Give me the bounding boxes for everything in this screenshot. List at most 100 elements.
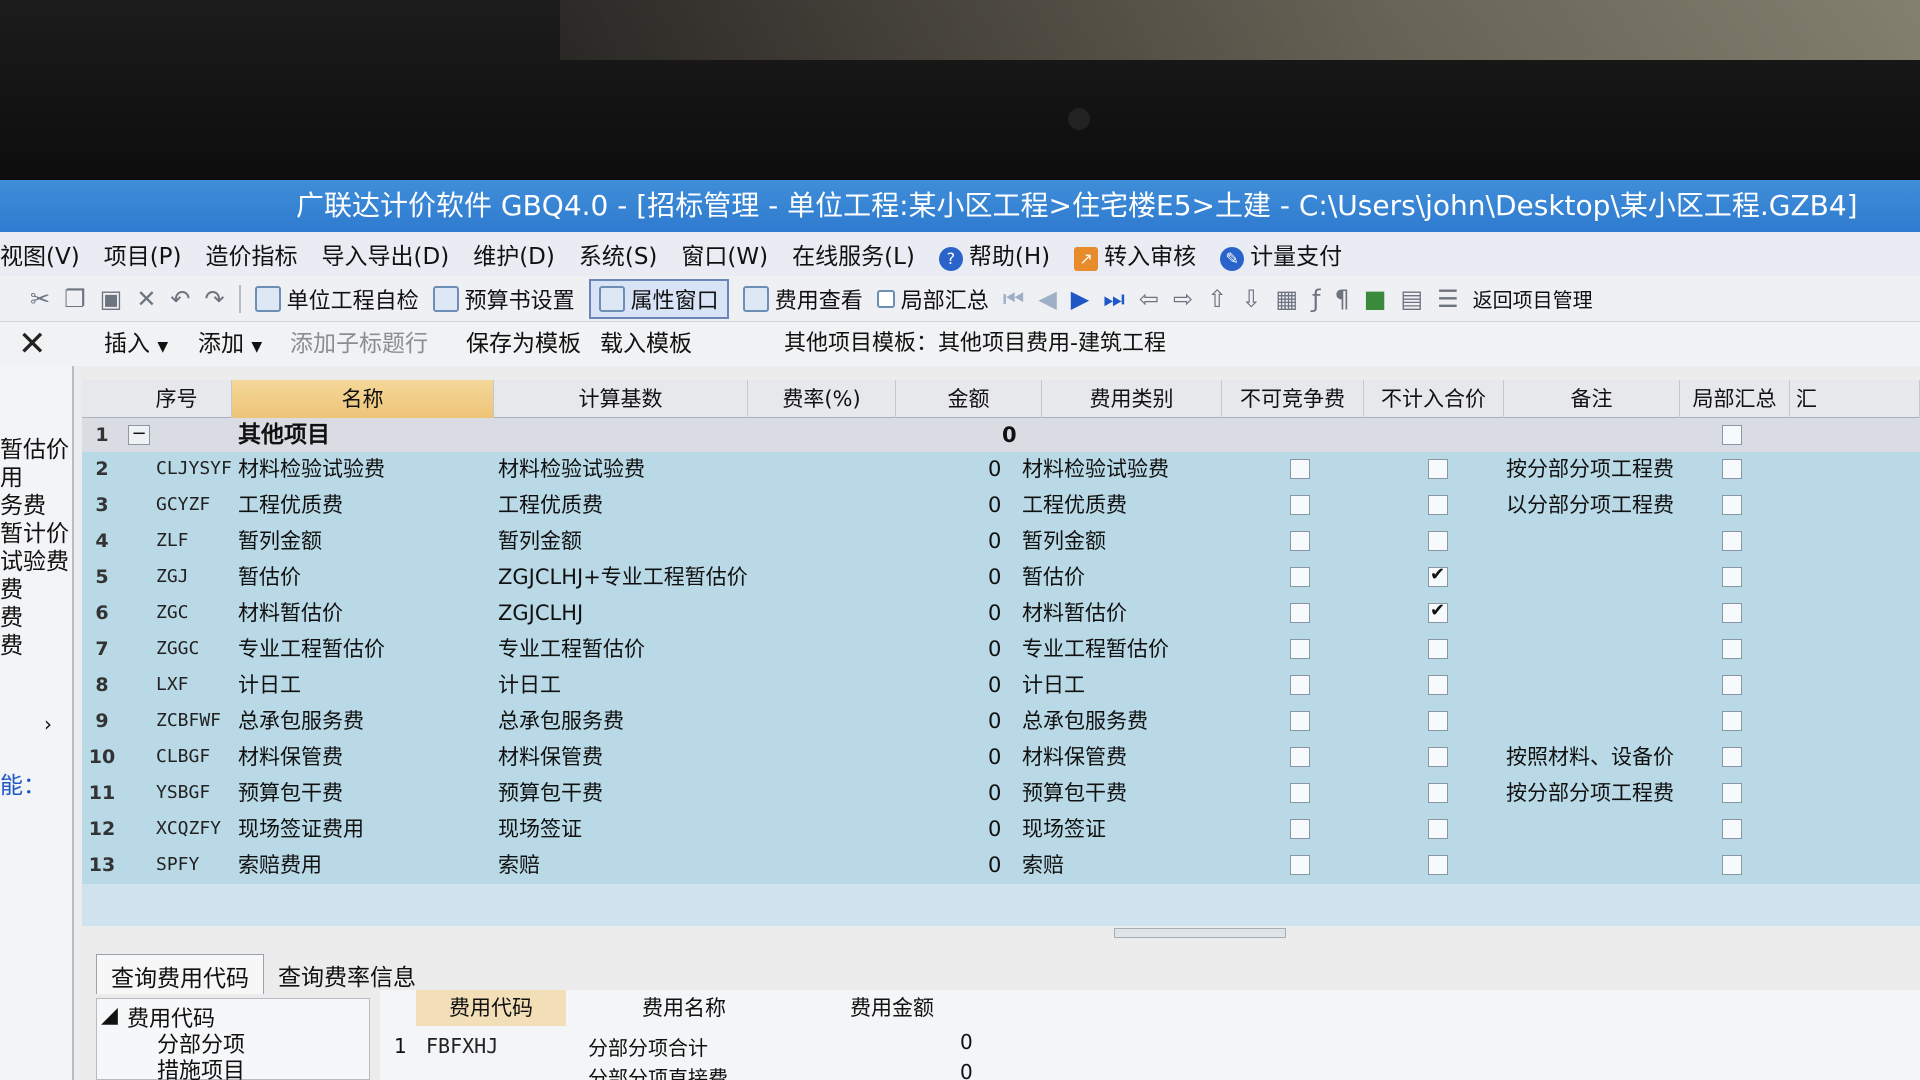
- noncompetitive-checkbox[interactable]: [1290, 819, 1310, 839]
- menu-help[interactable]: ? 帮助(H): [938, 237, 1050, 271]
- table-row[interactable]: 3 GCYZF 工程优质费 工程优质费 0 工程优质费 以分部分项工程费: [82, 488, 1920, 524]
- table-row[interactable]: 6 ZGC 材料暂估价 ZGJCLHJ 0 材料暂估价: [82, 596, 1920, 632]
- horizontal-scrollbar-thumb[interactable]: [1114, 928, 1286, 938]
- noncompetitive-checkbox[interactable]: [1290, 495, 1310, 515]
- noncompetitive-checkbox[interactable]: [1290, 675, 1310, 695]
- menu-online-service[interactable]: 在线服务(L): [792, 237, 915, 271]
- paste-icon[interactable]: ▣: [100, 285, 123, 313]
- book-icon[interactable]: ■: [1364, 285, 1387, 313]
- table-row[interactable]: 5 ZGJ 暂估价 ZGJCLHJ+专业工程暂估价 0 暂估价: [82, 560, 1920, 596]
- menu-project[interactable]: 项目(P): [104, 237, 182, 271]
- exclude-price-checkbox[interactable]: [1428, 459, 1448, 479]
- exclude-price-checkbox[interactable]: [1428, 711, 1448, 731]
- partial-summary-checkbox[interactable]: [1722, 675, 1742, 695]
- menu-window[interactable]: 窗口(W): [681, 237, 768, 271]
- tab-query-fee-code[interactable]: 查询费用代码: [96, 954, 264, 994]
- exclude-price-checkbox[interactable]: [1428, 675, 1448, 695]
- partial-summary-checkbox[interactable]: [1722, 567, 1742, 587]
- noncompetitive-checkbox[interactable]: [1290, 639, 1310, 659]
- menu-view[interactable]: 视图(V): [0, 237, 80, 271]
- table-row[interactable]: 13 SPFY 索赔费用 索赔 0 索赔: [82, 848, 1920, 884]
- exclude-price-checkbox[interactable]: [1428, 531, 1448, 551]
- table-row[interactable]: 8 LXF 计日工 计日工 0 计日工: [82, 668, 1920, 704]
- partial-summary-checkbox[interactable]: [1722, 711, 1742, 731]
- exclude-price-checkbox[interactable]: [1428, 819, 1448, 839]
- undo-icon[interactable]: ↶: [170, 285, 190, 313]
- close-icon[interactable]: ✕: [18, 322, 47, 366]
- move-up-icon[interactable]: ⇧: [1207, 285, 1227, 313]
- col-summary-extra[interactable]: 汇: [1790, 380, 1920, 418]
- move-right-icon[interactable]: ⇨: [1173, 285, 1193, 313]
- add-sub-title-button[interactable]: 添加子标题行: [290, 322, 428, 366]
- monitor-icon[interactable]: ▤: [1400, 285, 1423, 313]
- tree-node-measures[interactable]: 措施项目: [157, 1053, 245, 1080]
- load-template-button[interactable]: 载入模板: [600, 322, 692, 366]
- last-record-icon[interactable]: ⏭: [1103, 285, 1125, 313]
- exclude-price-checkbox[interactable]: [1428, 495, 1448, 515]
- col-amount[interactable]: 金额: [896, 380, 1042, 418]
- tab-query-rate-info[interactable]: 查询费率信息: [264, 954, 430, 994]
- menu-measure-pay[interactable]: ✎ 计量支付: [1220, 237, 1342, 271]
- noncompetitive-checkbox[interactable]: [1290, 567, 1310, 587]
- table-row[interactable]: 2 CLJYSYF 材料检验试验费 材料检验试验费 0 材料检验试验费 按分部分项工程费: [82, 452, 1920, 488]
- chevron-right-icon[interactable]: ›: [44, 712, 52, 736]
- partial-summary-checkbox[interactable]: [1722, 531, 1742, 551]
- menu-import-export[interactable]: 导入导出(D): [322, 237, 450, 271]
- noncompetitive-checkbox[interactable]: [1290, 531, 1310, 551]
- menu-system[interactable]: 系统(S): [579, 237, 658, 271]
- col-name[interactable]: 名称: [232, 380, 494, 418]
- ct-col-amount[interactable]: 费用金额: [802, 990, 982, 1026]
- add-button[interactable]: 添加 ▼: [198, 322, 262, 369]
- calculator-icon[interactable]: ▦: [1275, 285, 1298, 313]
- menu-maintain[interactable]: 维护(D): [473, 237, 555, 271]
- move-down-icon[interactable]: ⇩: [1241, 285, 1261, 313]
- paragraph-icon[interactable]: ¶: [1334, 285, 1349, 313]
- exclude-price-checkbox[interactable]: [1428, 564, 1448, 587]
- partial-summary-checkbox[interactable]: [1722, 495, 1742, 515]
- collapse-icon[interactable]: −: [128, 425, 150, 445]
- save-template-button[interactable]: 保存为模板: [466, 322, 581, 366]
- table-row-header-item[interactable]: 1 − 其他项目 0: [82, 418, 1920, 452]
- col-category[interactable]: 费用类别: [1042, 380, 1222, 418]
- formula-icon[interactable]: ƒ: [1312, 285, 1320, 313]
- self-check-button[interactable]: 单位工程自检: [254, 283, 419, 315]
- col-seq[interactable]: 序号: [122, 380, 232, 418]
- noncompetitive-checkbox[interactable]: [1290, 711, 1310, 731]
- ct-row-code[interactable]: FBFXHJ: [426, 1034, 498, 1058]
- left-nav-item[interactable]: 费: [0, 626, 23, 660]
- partial-summary-checkbox[interactable]: [1722, 639, 1742, 659]
- table-row[interactable]: 4 ZLF 暂列金额 暂列金额 0 暂列金额: [82, 524, 1920, 560]
- table-row[interactable]: 12 XCQZFY 现场签证费用 现场签证 0 现场签证: [82, 812, 1920, 848]
- col-exclude[interactable]: 不计入合价: [1364, 380, 1504, 418]
- exclude-price-checkbox[interactable]: [1428, 783, 1448, 803]
- prev-record-icon[interactable]: ◀: [1038, 285, 1056, 313]
- delete-icon[interactable]: ✕: [136, 285, 156, 313]
- exclude-price-checkbox[interactable]: [1428, 747, 1448, 767]
- col-noncompetitive[interactable]: 不可竞争费: [1222, 380, 1364, 418]
- copy-icon[interactable]: ❐: [64, 285, 86, 313]
- noncompetitive-checkbox[interactable]: [1290, 603, 1310, 623]
- list-icon[interactable]: ☰: [1437, 285, 1459, 313]
- partial-summary-checkbox[interactable]: [1722, 459, 1742, 479]
- property-window-button[interactable]: 属性窗口: [588, 278, 729, 319]
- redo-icon[interactable]: ↷: [205, 285, 225, 313]
- table-row[interactable]: 10 CLBGF 材料保管费 材料保管费 0 材料保管费 按照材料、设备价: [82, 740, 1920, 776]
- table-row[interactable]: 9 ZCBFWF 总承包服务费 总承包服务费 0 总承包服务费: [82, 704, 1920, 740]
- insert-button[interactable]: 插入 ▼: [104, 322, 168, 369]
- col-base[interactable]: 计算基数: [494, 380, 748, 418]
- exclude-price-checkbox[interactable]: [1428, 639, 1448, 659]
- noncompetitive-checkbox[interactable]: [1290, 747, 1310, 767]
- tree-expand-icon[interactable]: ◢: [101, 1003, 118, 1028]
- partial-summary-checkbox[interactable]: [1722, 819, 1742, 839]
- next-record-icon[interactable]: ▶: [1071, 285, 1089, 313]
- cut-icon[interactable]: ✂: [30, 285, 50, 313]
- first-record-icon[interactable]: ⏮: [1003, 285, 1025, 313]
- noncompetitive-checkbox[interactable]: [1290, 459, 1310, 479]
- noncompetitive-checkbox[interactable]: [1290, 783, 1310, 803]
- col-rate[interactable]: 费率(%): [748, 380, 896, 418]
- col-remark[interactable]: 备注: [1504, 380, 1680, 418]
- menu-transfer-audit[interactable]: ↗ 转入审核: [1074, 237, 1196, 271]
- partial-summary-checkbox[interactable]: [1722, 747, 1742, 767]
- budget-settings-button[interactable]: 预算书设置: [432, 283, 575, 315]
- partial-summary-checkbox[interactable]: [1722, 603, 1742, 623]
